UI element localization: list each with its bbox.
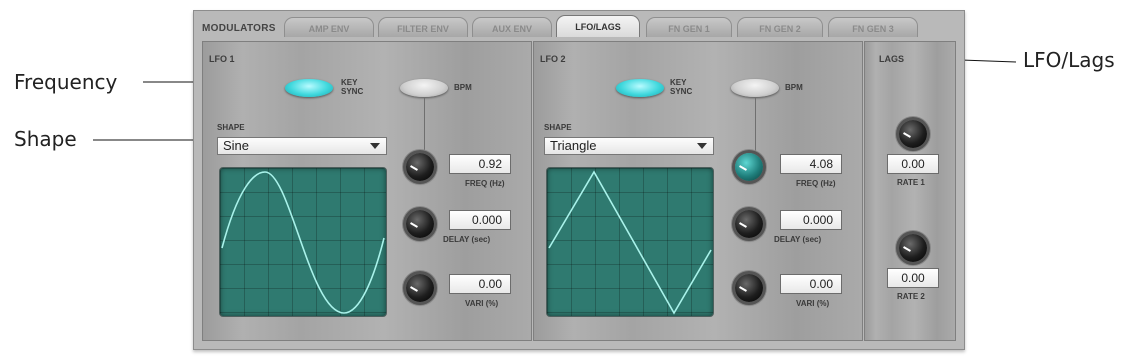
lags-rate1-knob[interactable] [899, 120, 927, 148]
lfo1-shape-value: Sine [223, 138, 250, 153]
lfo2-bpm-connector [755, 98, 756, 153]
lags-section: LAGS 0.00 RATE 1 0.00 RATE 2 [864, 41, 956, 341]
lfo1-vari-knob[interactable] [406, 274, 434, 302]
lfo1-shape-select[interactable]: Sine [217, 137, 387, 155]
lfo2-delay-knob[interactable] [735, 210, 763, 238]
lfo2-delay-value[interactable]: 0.000 [780, 210, 842, 230]
lfo1-shape-label: SHAPE [217, 123, 245, 132]
lfo1-key-sync-label: KEY SYNC [341, 78, 364, 96]
lfo1-delay-label: DELAY (sec) [443, 235, 491, 244]
chevron-down-icon [370, 143, 380, 149]
lags-rate2-label: RATE 2 [897, 292, 925, 301]
modulators-title: MODULATORS [202, 23, 276, 34]
lfo1-section: LFO 1 KEY SYNC BPM SHAPE Sine 0.92 FREQ … [202, 41, 532, 341]
tab-amp-env[interactable]: AMP ENV [284, 17, 374, 37]
lfo2-vari-label: VARI (%) [796, 299, 830, 308]
lags-title: LAGS [879, 54, 905, 64]
lfo2-freq-knob[interactable] [735, 153, 763, 181]
tab-aux-env[interactable]: AUX ENV [472, 17, 552, 37]
lfo1-delay-knob[interactable] [406, 210, 434, 238]
tab-fn-gen-3[interactable]: FN GEN 3 [828, 17, 918, 37]
lfo1-freq-value[interactable]: 0.92 [449, 154, 511, 174]
triangle-wave-icon [548, 170, 712, 315]
lfo1-bpm-connector [424, 98, 425, 153]
modulators-panel: MODULATORS AMP ENV FILTER ENV AUX ENV LF… [193, 10, 965, 350]
lfo2-vari-value[interactable]: 0.00 [780, 274, 842, 294]
lfo1-bpm-label: BPM [454, 83, 472, 92]
tab-filter-env[interactable]: FILTER ENV [378, 17, 468, 37]
lfo2-title: LFO 2 [540, 54, 566, 64]
lfo1-key-sync-toggle[interactable] [285, 79, 333, 97]
chevron-down-icon [697, 143, 707, 149]
lfo2-waveform-display [546, 167, 714, 317]
lfo2-shape-label: SHAPE [544, 123, 572, 132]
tab-fn-gen-1[interactable]: FN GEN 1 [646, 17, 732, 37]
lfo2-vari-knob[interactable] [735, 274, 763, 302]
lfo1-delay-value[interactable]: 0.000 [449, 210, 511, 230]
lfo2-shape-value: Triangle [550, 138, 597, 153]
lfo2-freq-label: FREQ (Hz) [796, 179, 836, 188]
lfo2-bpm-label: BPM [785, 83, 803, 92]
lfo1-title: LFO 1 [209, 54, 235, 64]
lfo1-freq-label: FREQ (Hz) [465, 179, 505, 188]
lags-rate2-knob[interactable] [899, 234, 927, 262]
sine-wave-icon [221, 171, 385, 314]
lfo1-freq-knob[interactable] [406, 153, 434, 181]
lfo2-section: LFO 2 KEY SYNC BPM SHAPE Triangle 4.08 F… [533, 41, 863, 341]
lfo1-vari-value[interactable]: 0.00 [449, 274, 511, 294]
lfo2-bpm-toggle[interactable] [731, 79, 779, 97]
lfo2-key-sync-toggle[interactable] [616, 79, 664, 97]
tab-fn-gen-2[interactable]: FN GEN 2 [737, 17, 823, 37]
lfo2-key-sync-label: KEY SYNC [670, 78, 693, 96]
lfo1-bpm-toggle[interactable] [400, 79, 448, 97]
lfo2-freq-value[interactable]: 4.08 [780, 154, 842, 174]
lags-rate1-label: RATE 1 [897, 178, 925, 187]
tab-lfo-lags[interactable]: LFO/LAGS [556, 15, 640, 37]
lfo1-vari-label: VARI (%) [465, 299, 499, 308]
lags-rate1-value[interactable]: 0.00 [887, 154, 939, 174]
lags-rate2-value[interactable]: 0.00 [887, 268, 939, 288]
lfo1-waveform-display [219, 167, 387, 317]
lfo2-delay-label: DELAY (sec) [774, 235, 822, 244]
lfo2-shape-select[interactable]: Triangle [544, 137, 714, 155]
